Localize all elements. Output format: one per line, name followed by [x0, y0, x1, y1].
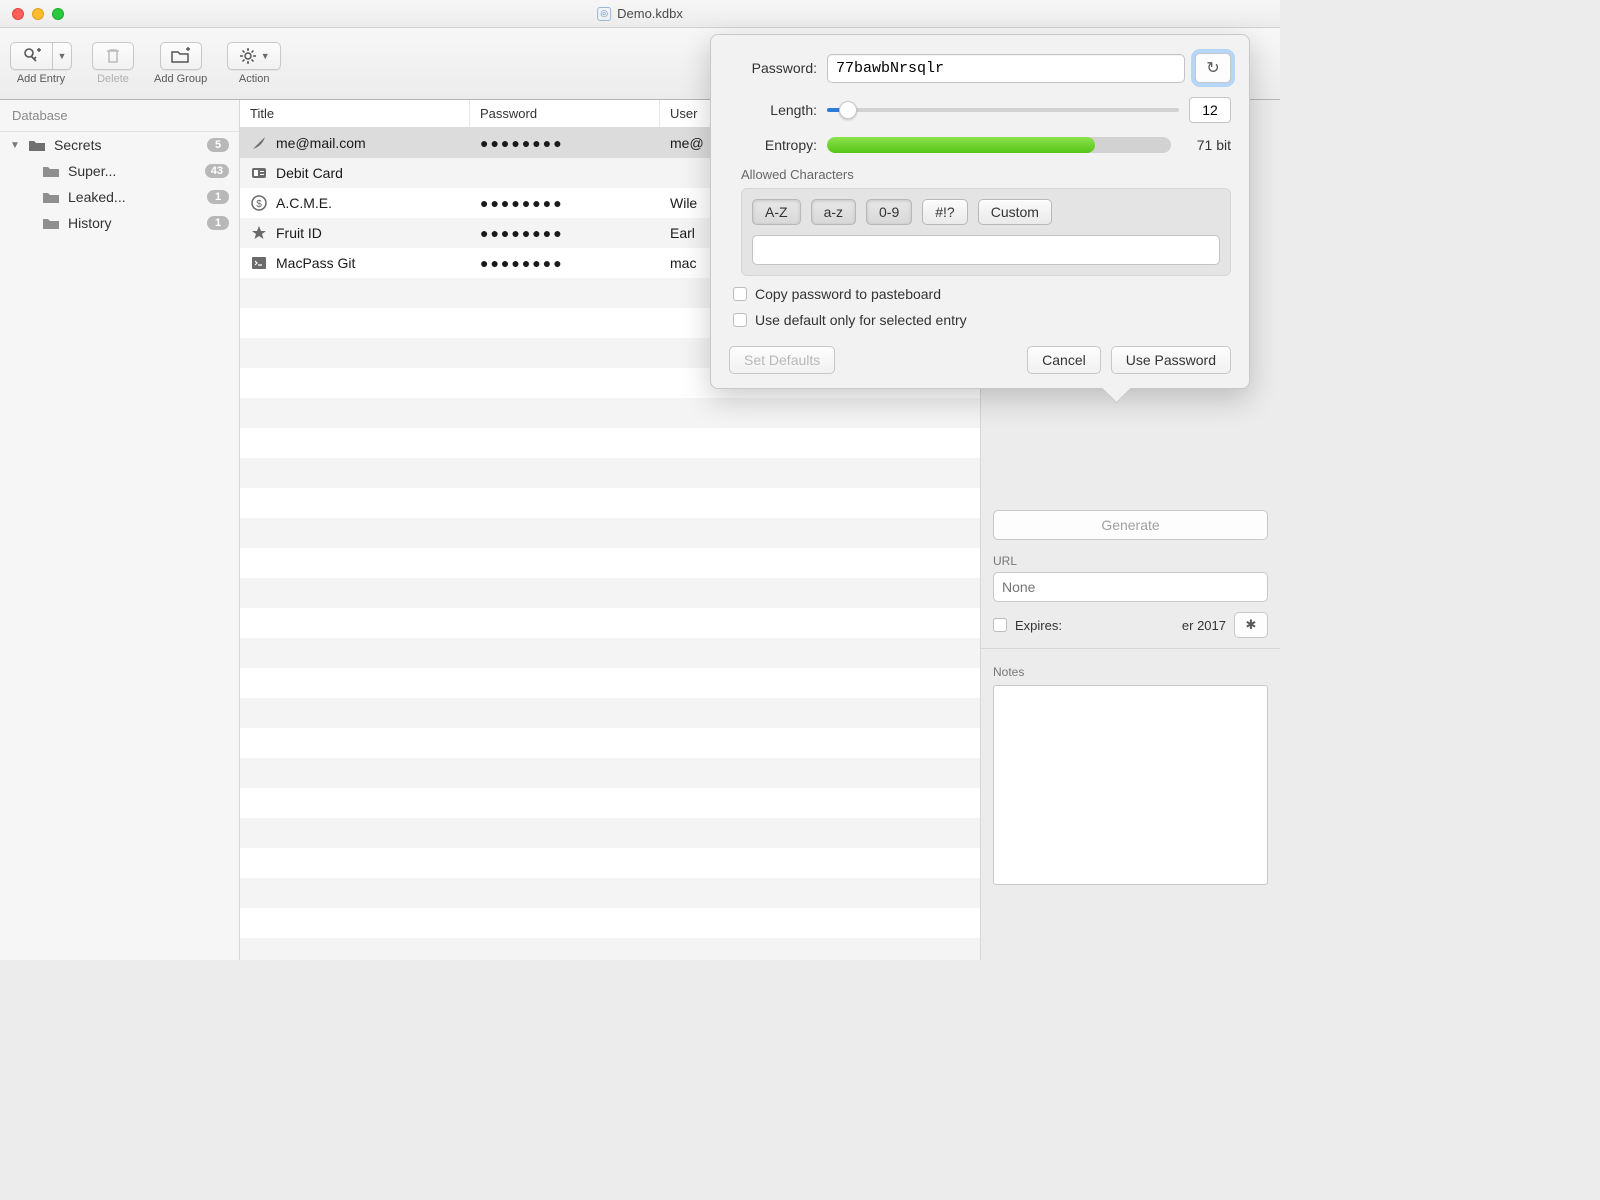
- idcard-icon: [250, 166, 268, 180]
- svg-text:$: $: [256, 199, 262, 210]
- folder-icon: [28, 138, 46, 152]
- chevron-down-icon: ▼: [58, 51, 67, 61]
- gear-icon: ✱: [1246, 617, 1257, 633]
- default-selected-only-label: Use default only for selected entry: [755, 312, 967, 328]
- star-icon: [250, 225, 268, 241]
- sidebar-item-label: History: [68, 215, 199, 231]
- url-label: URL: [993, 554, 1268, 568]
- delete-label: Delete: [97, 73, 129, 85]
- chevron-down-icon: ▼: [261, 51, 270, 61]
- sidebar: Database ▼ Secrets 5 Super... 43 Leaked.…: [0, 100, 240, 960]
- entry-title: A.C.M.E.: [276, 195, 332, 211]
- entry-title: Debit Card: [276, 165, 343, 181]
- add-entry-dropdown[interactable]: ▼: [52, 42, 72, 70]
- regenerate-button[interactable]: ↻: [1195, 53, 1231, 83]
- sidebar-item-secrets[interactable]: ▼ Secrets 5: [0, 132, 239, 158]
- terminal-icon: [250, 256, 268, 270]
- char-class-button[interactable]: a-z: [811, 199, 856, 225]
- count-badge: 43: [205, 164, 229, 178]
- action-label: Action: [239, 73, 270, 85]
- column-title[interactable]: Title: [240, 100, 470, 127]
- use-password-button[interactable]: Use Password: [1111, 346, 1231, 374]
- title-bar: ◎ Demo.kdbx: [0, 0, 1280, 28]
- expires-checkbox[interactable]: [993, 618, 1007, 632]
- cancel-button[interactable]: Cancel: [1027, 346, 1101, 374]
- disclosure-triangle-icon[interactable]: ▼: [10, 140, 20, 151]
- entry-title: MacPass Git: [276, 255, 355, 271]
- password-field[interactable]: [827, 54, 1185, 83]
- expires-value: er 2017: [1070, 618, 1226, 633]
- dollar-icon: $: [250, 195, 268, 211]
- minimize-window-button[interactable]: [32, 8, 44, 20]
- gear-icon: [239, 47, 257, 65]
- close-window-button[interactable]: [12, 8, 24, 20]
- entropy-label: Entropy:: [729, 137, 817, 153]
- entry-title: Fruit ID: [276, 225, 322, 241]
- char-class-button[interactable]: #!?: [922, 199, 967, 225]
- sidebar-item-label: Leaked...: [68, 189, 199, 205]
- length-label: Length:: [729, 102, 817, 118]
- entry-password: ●●●●●●●●: [470, 255, 660, 271]
- allowed-characters-box: A-Z a-z 0-9 #!? Custom: [741, 188, 1231, 276]
- url-field[interactable]: [993, 572, 1268, 602]
- count-badge: 5: [207, 138, 229, 152]
- char-class-button[interactable]: Custom: [978, 199, 1052, 225]
- password-label: Password:: [729, 60, 817, 76]
- custom-characters-field[interactable]: [752, 235, 1220, 265]
- window-controls: [0, 8, 64, 20]
- notes-label: Notes: [993, 665, 1268, 679]
- delete-button[interactable]: [92, 42, 134, 70]
- add-entry-label: Add Entry: [17, 73, 65, 85]
- add-group-label: Add Group: [154, 73, 207, 85]
- entry-title: me@mail.com: [276, 135, 366, 151]
- zoom-window-button[interactable]: [52, 8, 64, 20]
- copy-to-pasteboard-label: Copy password to pasteboard: [755, 286, 941, 302]
- sidebar-item[interactable]: Leaked... 1: [0, 184, 239, 210]
- feather-icon: [250, 135, 268, 151]
- expires-settings-button[interactable]: ✱: [1234, 612, 1268, 638]
- password-generator-popover: Password: ↻ Length: Entropy: 71 bit Allo…: [710, 34, 1250, 389]
- refresh-icon: ↻: [1206, 58, 1219, 78]
- sidebar-item[interactable]: Super... 43: [0, 158, 239, 184]
- notes-field[interactable]: [993, 685, 1268, 885]
- count-badge: 1: [207, 190, 229, 204]
- entropy-value: 71 bit: [1181, 137, 1231, 153]
- slider-thumb[interactable]: [839, 101, 857, 119]
- char-class-button[interactable]: 0-9: [866, 199, 912, 225]
- window-title: ◎ Demo.kdbx: [597, 6, 683, 21]
- folder-plus-icon: [170, 47, 192, 65]
- set-defaults-button[interactable]: Set Defaults: [729, 346, 835, 374]
- length-slider[interactable]: [827, 101, 1179, 119]
- sidebar-item[interactable]: History 1: [0, 210, 239, 236]
- sidebar-header: Database: [0, 100, 239, 132]
- generate-button[interactable]: Generate: [993, 510, 1268, 540]
- add-entry-button[interactable]: ▼: [10, 42, 72, 70]
- sidebar-item-label: Secrets: [54, 137, 199, 153]
- folder-icon: [42, 164, 60, 178]
- entry-password: ●●●●●●●●: [470, 135, 660, 151]
- column-password[interactable]: Password: [470, 100, 660, 127]
- add-group-button[interactable]: [160, 42, 202, 70]
- entry-password: ●●●●●●●●: [470, 195, 660, 211]
- window-title-text: Demo.kdbx: [617, 6, 683, 21]
- default-selected-only-checkbox[interactable]: [733, 313, 747, 327]
- length-field[interactable]: [1189, 97, 1231, 123]
- entry-password: ●●●●●●●●: [470, 225, 660, 241]
- action-button[interactable]: ▼: [227, 42, 281, 70]
- entropy-meter: [827, 137, 1171, 153]
- expires-label: Expires:: [1015, 618, 1062, 633]
- copy-to-pasteboard-checkbox[interactable]: [733, 287, 747, 301]
- folder-icon: [42, 216, 60, 230]
- document-icon: ◎: [597, 7, 611, 21]
- allowed-characters-label: Allowed Characters: [741, 167, 1231, 182]
- key-plus-icon: [22, 47, 42, 65]
- char-class-button[interactable]: A-Z: [752, 199, 801, 225]
- count-badge: 1: [207, 216, 229, 230]
- sidebar-item-label: Super...: [68, 163, 197, 179]
- trash-icon: [105, 47, 121, 65]
- folder-icon: [42, 190, 60, 204]
